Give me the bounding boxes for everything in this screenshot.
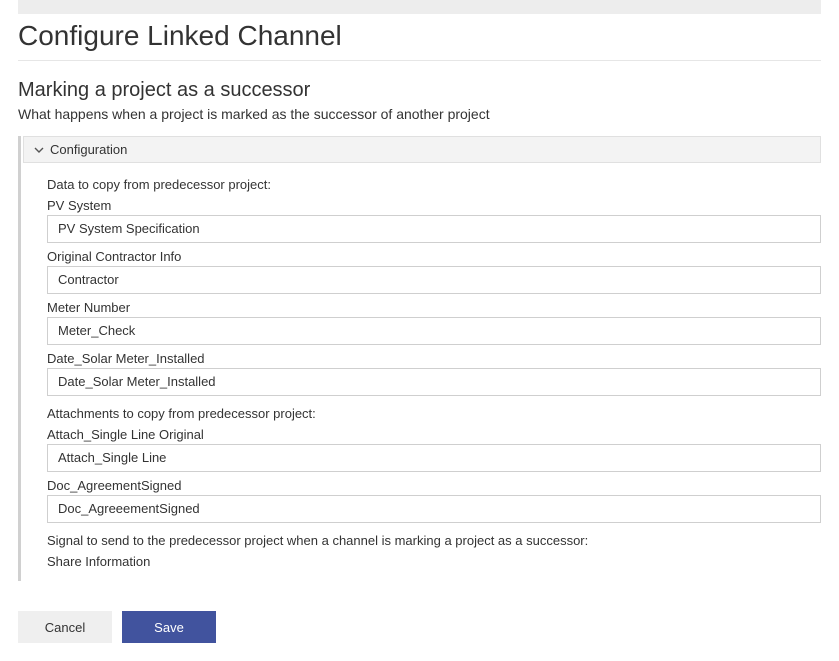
page-title: Configure Linked Channel	[18, 20, 821, 52]
chevron-down-icon	[34, 145, 44, 155]
field-input-meter-number[interactable]: Meter_Check	[47, 317, 821, 345]
button-row: Cancel Save	[18, 611, 821, 643]
field-label-pv-system: PV System	[47, 198, 821, 213]
field-input-attach-single-line[interactable]: Attach_Single Line	[47, 444, 821, 472]
configuration-section-body: Data to copy from predecessor project: P…	[23, 163, 821, 581]
configuration-section: Configuration Data to copy from predeces…	[18, 136, 821, 581]
signal-to-send-label: Signal to send to the predecessor projec…	[47, 533, 821, 548]
page-container: Configure Linked Channel Marking a proje…	[0, 20, 839, 661]
attachments-to-copy-label: Attachments to copy from predecessor pro…	[47, 406, 821, 421]
subheading: Marking a project as a successor	[18, 79, 821, 102]
field-label-doc-agreement: Doc_AgreementSigned	[47, 478, 821, 493]
top-strip	[18, 0, 821, 14]
cancel-button[interactable]: Cancel	[18, 611, 112, 643]
page-divider	[18, 60, 821, 61]
data-to-copy-label: Data to copy from predecessor project:	[47, 177, 821, 192]
signal-value: Share Information	[47, 554, 821, 569]
field-input-pv-system[interactable]: PV System Specification	[47, 215, 821, 243]
field-input-date-solar-meter[interactable]: Date_Solar Meter_Installed	[47, 368, 821, 396]
field-label-attach-single-line: Attach_Single Line Original	[47, 427, 821, 442]
configuration-section-title: Configuration	[50, 142, 127, 157]
configuration-section-header[interactable]: Configuration	[23, 136, 821, 163]
field-label-date-solar-meter: Date_Solar Meter_Installed	[47, 351, 821, 366]
field-input-doc-agreement[interactable]: Doc_AgreeementSigned	[47, 495, 821, 523]
save-button[interactable]: Save	[122, 611, 216, 643]
subdesc: What happens when a project is marked as…	[18, 106, 821, 122]
field-label-meter-number: Meter Number	[47, 300, 821, 315]
field-label-original-contractor: Original Contractor Info	[47, 249, 821, 264]
field-input-original-contractor[interactable]: Contractor	[47, 266, 821, 294]
